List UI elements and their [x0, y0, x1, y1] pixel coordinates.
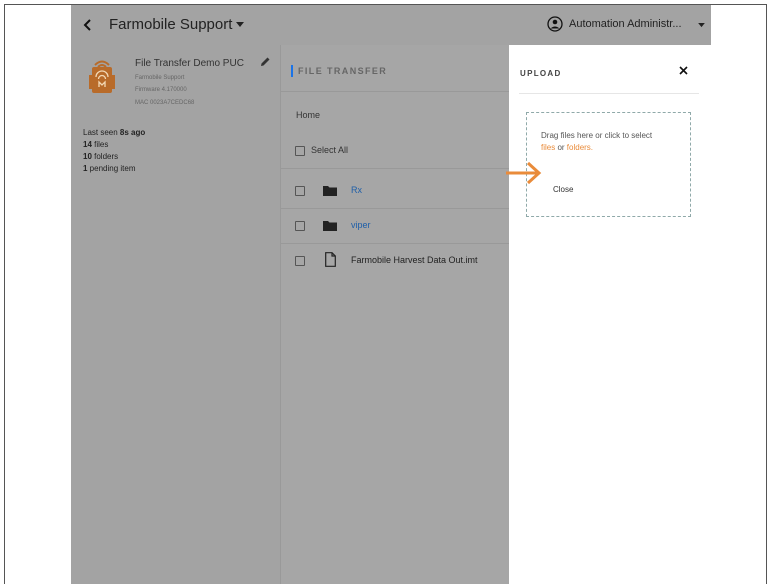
list-item[interactable]: Rx: [281, 175, 509, 209]
select-all-checkbox[interactable]: [295, 146, 305, 156]
files-label: files: [91, 140, 109, 149]
device-name[interactable]: File Transfer Demo PUC: [135, 58, 244, 69]
last-seen-stat: Last seen 8s ago: [83, 128, 145, 137]
folder-icon: [323, 221, 337, 231]
row-checkbox[interactable]: [295, 256, 305, 266]
file-transfer-panel: FILE TRANSFER Home Select All Rx viper F…: [281, 45, 509, 584]
folder-name[interactable]: viper: [351, 220, 371, 230]
folder-name[interactable]: Rx: [351, 185, 362, 195]
folders-stat: 10 folders: [83, 152, 118, 161]
drop-instructions: Drag files here or click to select: [541, 131, 653, 140]
folders-label: folders: [91, 152, 119, 161]
folders-count: 10: [83, 152, 92, 161]
file-transfer-title: FILE TRANSFER: [298, 66, 388, 76]
upload-panel: UPLOAD Drag files here or click to selec…: [509, 45, 711, 584]
close-icon[interactable]: [679, 66, 688, 75]
device-mac: MAC 0023A7CEDC68: [135, 100, 195, 106]
last-seen-label: Last seen: [83, 128, 120, 137]
caret-down-icon[interactable]: [698, 23, 705, 28]
device-sidebar: File Transfer Demo PUC Farmobile Support…: [71, 45, 281, 584]
chevron-left-icon[interactable]: [81, 18, 95, 32]
caret-down-icon[interactable]: [236, 22, 244, 28]
divider: [519, 93, 699, 94]
breadcrumb-home[interactable]: Home: [296, 110, 320, 120]
files-count: 14: [83, 140, 92, 149]
dropzone-close-button[interactable]: Close: [553, 185, 573, 194]
arrow-right-icon: [506, 161, 542, 185]
or-text: or: [555, 143, 567, 152]
user-menu[interactable]: Automation Administr...: [569, 18, 682, 30]
file-transfer-header: FILE TRANSFER: [281, 45, 509, 92]
row-checkbox[interactable]: [295, 186, 305, 196]
folder-icon: [323, 186, 337, 196]
app-title[interactable]: Farmobile Support: [109, 16, 232, 33]
device-firmware: Firmware 4.170000: [135, 87, 187, 93]
file-icon: [325, 252, 336, 267]
user-circle-icon[interactable]: [547, 16, 563, 32]
select-all-row[interactable]: Select All: [281, 135, 509, 169]
pending-stat: 1 pending item: [83, 164, 135, 173]
select-folders-link[interactable]: folders.: [567, 143, 593, 152]
pending-label: pending item: [87, 164, 136, 173]
section-accent-bar: [291, 65, 293, 77]
select-all-label[interactable]: Select All: [311, 145, 348, 155]
last-seen-value: 8s ago: [119, 128, 146, 137]
device-org: Farmobile Support: [135, 75, 185, 81]
file-name[interactable]: Farmobile Harvest Data Out.imt: [351, 255, 478, 265]
select-files-link[interactable]: files: [541, 143, 555, 152]
pencil-icon[interactable]: [259, 56, 271, 68]
list-item[interactable]: viper: [281, 210, 509, 244]
top-bar: Farmobile Support Automation Administr..…: [71, 5, 711, 45]
dropzone-text: Drag files here or click to select files…: [541, 130, 686, 154]
app-window: Farmobile Support Automation Administr..…: [71, 5, 711, 584]
file-dropzone[interactable]: Drag files here or click to select files…: [526, 112, 691, 217]
farmobile-device-logo-icon: [89, 60, 115, 93]
files-stat: 14 files: [83, 140, 108, 149]
list-item[interactable]: Farmobile Harvest Data Out.imt: [281, 245, 509, 279]
upload-title: UPLOAD: [520, 69, 562, 78]
row-checkbox[interactable]: [295, 221, 305, 231]
